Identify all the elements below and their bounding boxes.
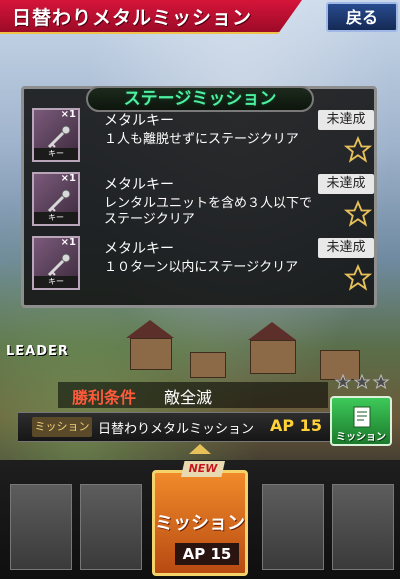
reward-name: メタルキー — [104, 241, 174, 257]
village-house — [130, 338, 172, 370]
mission-condition: レンタルユニットを含め３人以下でステージクリア — [104, 196, 313, 227]
village-roof — [126, 320, 174, 338]
reward-name: メタルキー — [104, 177, 174, 193]
mission-row: ×1 キー メタルキー 未達成 レンタルユニットを含め３人以下でステージクリア — [28, 172, 374, 234]
item-count: ×1 — [60, 109, 76, 120]
metal-key-item: ×1 キー — [32, 236, 80, 290]
village-house — [190, 352, 226, 378]
mission-info-bar[interactable]: ミッション 日替わりメタルミッション AP 15 — [18, 412, 330, 442]
up-arrow-icon — [189, 444, 211, 454]
back-button[interactable]: 戻る — [326, 2, 398, 32]
mission-row: ×1 キー メタルキー 未達成 １０ターン以内にステージクリア — [28, 236, 374, 298]
item-count: ×1 — [60, 237, 76, 248]
item-caption: キー — [34, 212, 78, 224]
village-house — [250, 340, 296, 374]
reward-name: メタルキー — [104, 113, 174, 129]
mission-tag: ミッション — [32, 417, 92, 437]
header: 日替わりメタルミッション 戻る — [0, 0, 400, 34]
title-banner: 日替わりメタルミッション — [0, 0, 302, 34]
party-slot[interactable] — [80, 484, 142, 570]
victory-label: 勝利条件 — [72, 388, 137, 407]
page-title: 日替わりメタルミッション — [12, 7, 253, 29]
star-icon — [344, 136, 372, 163]
mission-button[interactable]: ミッション — [330, 396, 392, 446]
victory-condition: 勝利条件 敵全滅 — [58, 382, 328, 408]
leader-label: LEADER — [6, 344, 69, 359]
document-icon — [353, 406, 371, 428]
party-slot[interactable] — [10, 484, 72, 570]
mission-condition: １０ターン以内にステージクリア — [104, 260, 299, 275]
star-icon — [344, 200, 372, 227]
mission-shortcut[interactable]: ミッション — [330, 374, 392, 446]
party-slot[interactable] — [332, 484, 394, 570]
item-caption: キー — [34, 148, 78, 160]
party-slot[interactable] — [262, 484, 324, 570]
mission-row: ×1 キー メタルキー 未達成 １人も離脱せずにステージクリア — [28, 108, 374, 170]
item-caption: キー — [34, 276, 78, 288]
new-badge: NEW — [181, 461, 225, 477]
status-badge: 未達成 — [318, 238, 374, 258]
mission-card-label: ミッション — [155, 513, 245, 534]
victory-value: 敵全滅 — [164, 388, 213, 407]
mission-button-label: ミッション — [336, 432, 386, 443]
star-icon — [344, 264, 372, 291]
mission-start-card[interactable]: NEW ミッション AP 15 — [152, 461, 248, 576]
metal-key-item: ×1 キー — [32, 108, 80, 162]
metal-key-item: ×1 キー — [32, 172, 80, 226]
mission-card-ap: AP 15 — [175, 543, 239, 565]
mission-condition: １人も離脱せずにステージクリア — [104, 132, 299, 147]
ap-cost: AP 15 — [270, 416, 322, 435]
item-count: ×1 — [60, 173, 76, 184]
village-roof — [248, 322, 296, 340]
status-badge: 未達成 — [318, 174, 374, 194]
rating-stars-icon — [334, 374, 390, 390]
status-badge: 未達成 — [318, 110, 374, 130]
mission-name: 日替わりメタルミッション — [98, 422, 255, 437]
